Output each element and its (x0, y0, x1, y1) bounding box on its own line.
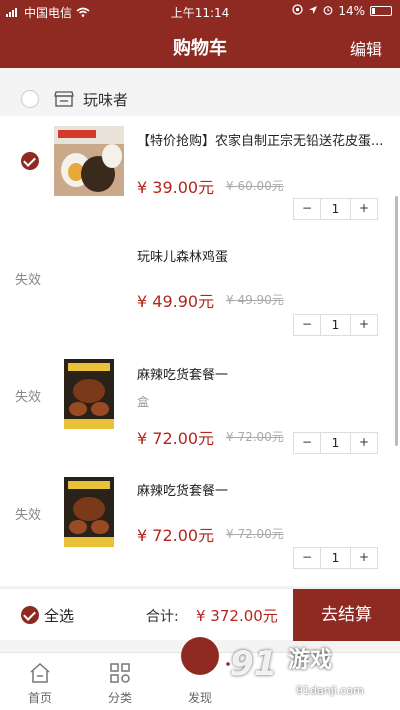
nav-bar: 购物车 编辑 (0, 22, 400, 68)
total-amount: ¥ 372.00元 (196, 607, 278, 625)
location-icon (308, 4, 318, 18)
cart-list: 【特价抢购】农家自制正宗无铅送花皮蛋... ¥ 39.00元 ¥ 60.00元 … (0, 116, 400, 586)
cart-item[interactable]: 失效 麻辣吃货套餐一 盒 ¥ 72.00元 ¥ 72.00元 − 1 + (0, 346, 400, 464)
product-spec: 盒 (137, 395, 150, 409)
compass-icon (181, 637, 235, 675)
item-checkbox-checked[interactable] (21, 152, 39, 170)
product-image[interactable] (64, 477, 114, 547)
original-price: ¥ 72.00元 (226, 527, 284, 541)
tab-label: 首页 (27, 691, 52, 705)
quantity-value[interactable]: 1 (320, 548, 351, 568)
battery-percent: 14% (338, 4, 365, 18)
shop-select-radio[interactable] (21, 90, 39, 108)
tab-discover[interactable]: 发现 (160, 637, 240, 710)
increase-button[interactable]: + (351, 548, 377, 568)
quantity-stepper: − 1 + (293, 314, 378, 336)
invalid-label: 失效 (15, 508, 42, 523)
cart-item[interactable]: 失效 麻辣吃货套餐一 ¥ 72.00元 ¥ 72.00元 − 1 + (0, 464, 400, 586)
edit-button[interactable]: 编辑 (350, 36, 382, 60)
lock-rotation-icon (292, 4, 303, 18)
checkout-bar: 全选 合计: ¥ 372.00元 去结算 (0, 588, 400, 641)
status-right: 14% (292, 4, 392, 18)
page-title: 购物车 (173, 38, 227, 59)
select-all-label[interactable]: 全选 (44, 605, 74, 626)
tab-category[interactable]: 分类 (80, 653, 160, 710)
decrease-button[interactable]: − (294, 315, 320, 335)
increase-button[interactable]: + (351, 433, 377, 453)
cart-item[interactable]: 【特价抢购】农家自制正宗无铅送花皮蛋... ¥ 39.00元 ¥ 60.00元 … (0, 116, 400, 234)
quantity-value[interactable]: 1 (320, 199, 351, 219)
store-icon (54, 91, 74, 107)
battery-icon (370, 6, 392, 16)
quantity-value[interactable]: 1 (320, 315, 351, 335)
product-image[interactable] (64, 359, 114, 429)
product-image[interactable] (54, 126, 124, 196)
invalid-label: 失效 (15, 390, 42, 405)
tab-home[interactable]: 首页 (0, 653, 80, 710)
quantity-value[interactable]: 1 (320, 433, 351, 453)
original-price: ¥ 49.90元 (226, 293, 284, 307)
checkout-button[interactable]: 去结算 (293, 589, 400, 641)
total-label: 合计: (146, 609, 179, 625)
quantity-stepper: − 1 + (293, 198, 378, 220)
decrease-button[interactable]: − (294, 433, 320, 453)
quantity-stepper: − 1 + (293, 432, 378, 454)
alarm-icon (323, 4, 333, 18)
original-price: ¥ 60.00元 (226, 179, 284, 193)
increase-button[interactable]: + (351, 199, 377, 219)
product-name[interactable]: 麻辣吃货套餐一 (137, 480, 387, 499)
product-price: ¥ 72.00元 (137, 526, 215, 545)
decrease-button[interactable]: − (294, 548, 320, 568)
product-name[interactable]: 玩味儿森林鸡蛋 (137, 246, 387, 265)
shop-name: 玩味者 (83, 90, 129, 109)
shop-header: 玩味者 (0, 82, 400, 116)
tab-bar: 首页 分类 发现 (0, 637, 400, 710)
increase-button[interactable]: + (351, 315, 377, 335)
quantity-stepper: − 1 + (293, 547, 378, 569)
invalid-label: 失效 (15, 273, 42, 288)
product-name[interactable]: 【特价抢购】农家自制正宗无铅送花皮蛋... (137, 130, 387, 149)
tab-label: 发现 (187, 691, 212, 705)
select-all-checkbox[interactable] (21, 606, 39, 624)
product-price: ¥ 39.00元 (137, 178, 215, 197)
product-price: ¥ 49.90元 (137, 292, 215, 311)
tab-label: 分类 (107, 691, 132, 705)
status-bar: 中国电信 上午11:14 14% (0, 0, 400, 22)
product-price: ¥ 72.00元 (137, 429, 215, 448)
decrease-button[interactable]: − (294, 199, 320, 219)
cart-item[interactable]: 失效 玩味儿森林鸡蛋 ¥ 49.90元 ¥ 49.90元 − 1 + (0, 234, 400, 346)
product-name[interactable]: 麻辣吃货套餐一 (137, 364, 387, 383)
original-price: ¥ 72.00元 (226, 430, 284, 444)
